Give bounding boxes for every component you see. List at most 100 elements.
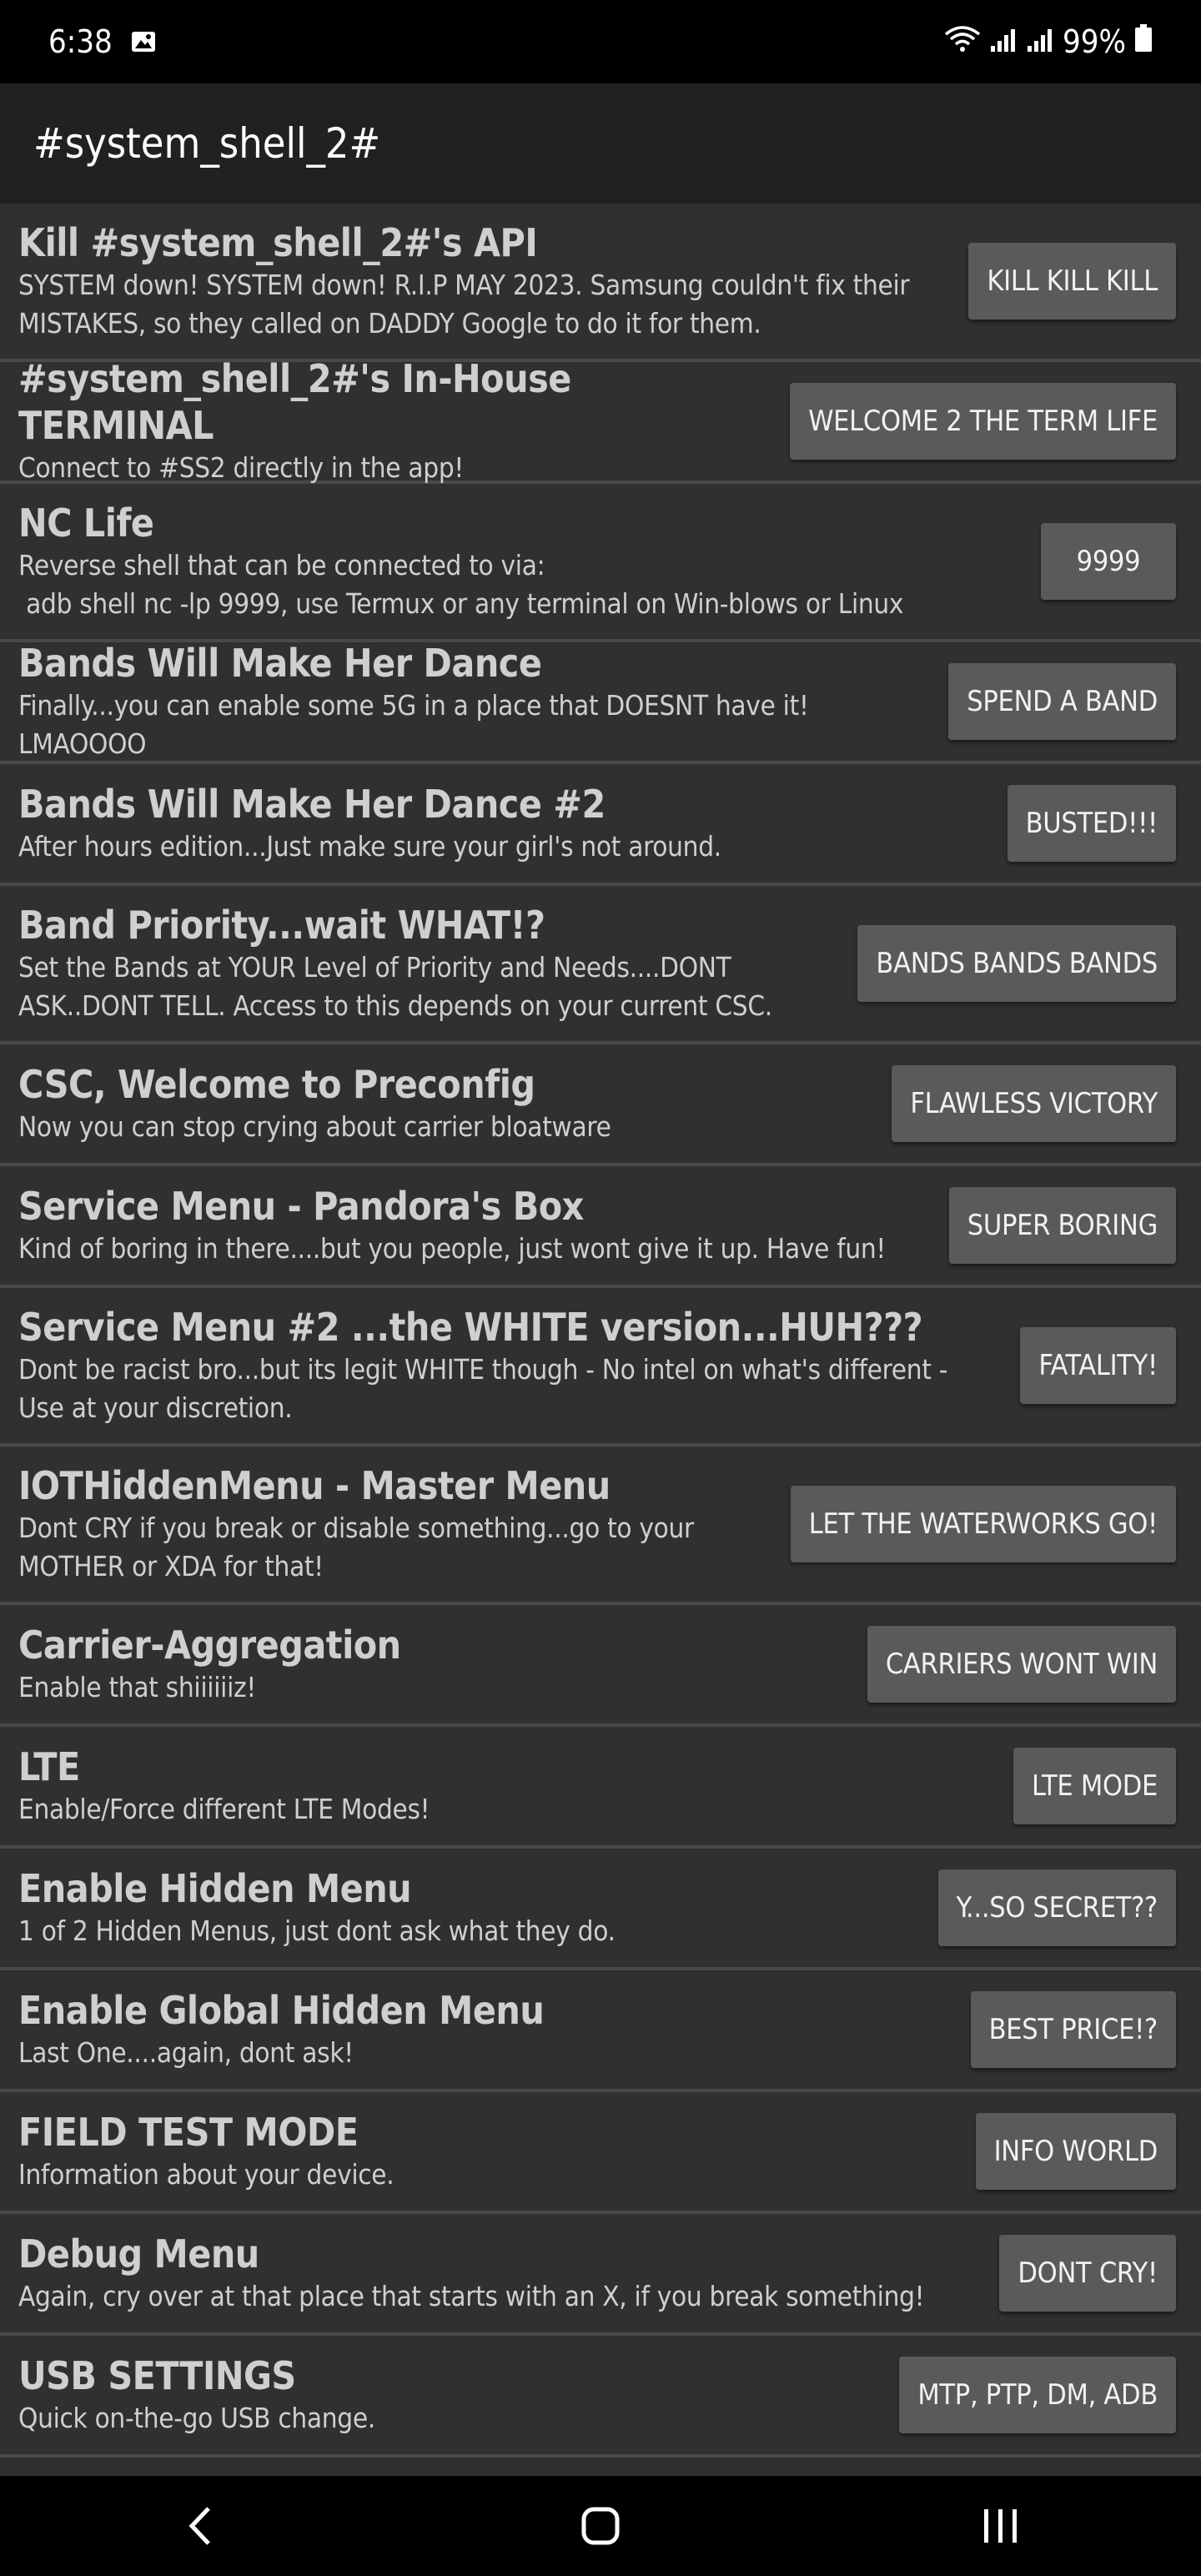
list-item-description: Connect to #SS2 directly in the app! (18, 451, 464, 484)
list-item: Service Menu - Pandora's Box Kind of bori… (0, 1166, 1201, 1288)
list-item: Bands Will Make Her Dance Finally...you c… (0, 640, 1201, 764)
action-button[interactable]: FATALITY! (1020, 1327, 1176, 1404)
action-button[interactable]: BANDS BANDS BANDS (857, 925, 1176, 1002)
list-item-text: Service Menu - Pandora's Box Kind of bori… (18, 1183, 949, 1268)
list-item-description: Reverse shell that can be connected to v… (18, 549, 904, 620)
battery-icon (1134, 23, 1153, 60)
list-item-title: Enable Hidden Menu (18, 1866, 412, 1911)
list-item-title: Bands Will Make Her Dance (18, 641, 542, 686)
list-item-description: Dont be racist bro...but its legit WHITE… (18, 1353, 956, 1424)
wifi-icon (944, 23, 981, 60)
action-button[interactable]: SUPER BORING (948, 1187, 1176, 1264)
list-item-text: Service Menu #2 ...the WHITE version...H… (18, 1304, 1020, 1427)
signal-icon (1026, 23, 1054, 60)
action-button[interactable]: BEST PRICE!? (970, 1991, 1176, 2068)
app-title: #system_shell_2# (33, 119, 381, 168)
list-item: NC Life Reverse shell that can be connect… (0, 484, 1201, 642)
list-item-text: CSC, Welcome to Preconfig Now you can sto… (18, 1061, 892, 1146)
list-item-title: Band Priority...wait WHAT!? (18, 903, 545, 948)
list-item-description: Again, cry over at that place that start… (18, 2280, 925, 2312)
list-item: FIELD TEST MODE Information about your de… (0, 2092, 1201, 2214)
list-item-text: Bands Will Make Her Dance #2 After hours … (18, 781, 1008, 866)
list-item-title: CSC, Welcome to Preconfig (18, 1062, 535, 1107)
list-item-description: Last One....again, dont ask! (18, 2036, 354, 2069)
app-bar: #system_shell_2# (0, 83, 1201, 204)
list-item-text: LTE Enable/Force different LTE Modes! (18, 1743, 1013, 1829)
list-item-title: Carrier-Aggregation (18, 1623, 401, 1668)
action-button[interactable]: WELCOME 2 THE TERM LIFE (790, 383, 1176, 460)
action-button[interactable]: DONT CRY! (999, 2235, 1176, 2312)
action-button[interactable]: SPEND A BAND (948, 663, 1176, 740)
list-item-title: IOTHiddenMenu - Master Menu (18, 1463, 611, 1508)
list-item-description: After hours edition...Just make sure you… (18, 830, 721, 863)
list-item-description: Enable that shiiiiiiz! (18, 1671, 256, 1703)
list-item: LTE Enable/Force different LTE Modes! LTE … (0, 1727, 1201, 1849)
list-item: Enable Global Hidden Menu Last One....aga… (0, 1970, 1201, 2092)
status-time: 6:38 (48, 23, 113, 60)
action-button[interactable]: 9999 (1041, 523, 1176, 600)
image-icon (131, 23, 156, 60)
action-button[interactable]: CARRIERS WONT WIN (867, 1626, 1176, 1703)
list-item-description: Set the Bands at YOUR Level of Priority … (18, 951, 772, 1022)
list-item-description: Information about your device. (18, 2158, 394, 2191)
list-item-text: #system_shell_2#'s In-House TERMINAL Conn… (18, 355, 790, 487)
signal-icon (989, 23, 1018, 60)
list-item-title: Debug Menu (18, 2231, 259, 2277)
list-item-text: Enable Global Hidden Menu Last One....aga… (18, 1987, 971, 2072)
list-item-description: Kind of boring in there....but you peopl… (18, 1232, 886, 1265)
list-item-text: Kill #system_shell_2#'s API SYSTEM down! … (18, 219, 968, 343)
list-item-text: FIELD TEST MODE Information about your de… (18, 2109, 976, 2194)
list-item: Kill #system_shell_2#'s API SYSTEM down! … (0, 204, 1201, 362)
list-item-description: Now you can stop crying about carrier bl… (18, 1110, 611, 1143)
home-icon[interactable] (550, 2484, 651, 2568)
navigation-bar (0, 2476, 1201, 2576)
list-item-title: FIELD TEST MODE (18, 2110, 359, 2155)
battery-percent: 99% (1063, 23, 1126, 60)
list-item-title: LTE (18, 1744, 80, 1789)
list-item-text: Enable Hidden Menu 1 of 2 Hidden Menus, j… (18, 1865, 938, 1950)
list-item-title: Kill #system_shell_2#'s API (18, 220, 538, 265)
list-item-text: USB SETTINGS Quick on-the-go USB change. (18, 2352, 899, 2438)
list-item-description: Enable/Force different LTE Modes! (18, 1793, 430, 1825)
list-item-text: Debug Menu Again, cry over at that place … (18, 2231, 999, 2316)
list-item-text: Carrier-Aggregation Enable that shiiiiiiz… (18, 1622, 867, 1707)
list-item-description: 1 of 2 Hidden Menus, just dont ask what … (18, 1914, 616, 1947)
list-item-text: IOTHiddenMenu - Master Menu Dont CRY if y… (18, 1462, 791, 1586)
list-item: Service Menu #2 ...the WHITE version...H… (0, 1288, 1201, 1446)
list-item: Enable Hidden Menu 1 of 2 Hidden Menus, j… (0, 1849, 1201, 1970)
list-item-description: SYSTEM down! SYSTEM down! R.I.P MAY 2023… (18, 269, 917, 340)
list-item: CSC, Welcome to Preconfig Now you can sto… (0, 1044, 1201, 1166)
list-item-title: #system_shell_2#'s In-House TERMINAL (18, 356, 571, 448)
action-button[interactable]: KILL KILL KILL (968, 243, 1176, 319)
action-button[interactable]: INFO WORLD (975, 2113, 1176, 2190)
list-item-title: Bands Will Make Her Dance #2 (18, 782, 606, 827)
list-item-description: Finally...you can enable some 5G in a pl… (18, 689, 817, 760)
list-item: #system_shell_2#'s In-House TERMINAL Conn… (0, 356, 1201, 484)
list-item-title: USB SETTINGS (18, 2353, 296, 2398)
list-item-title: Enable Global Hidden Menu (18, 1988, 545, 2033)
list-item-title: Service Menu #2 ...the WHITE version...H… (18, 1305, 923, 1350)
action-button[interactable]: BUSTED!!! (1007, 785, 1176, 862)
action-button[interactable]: FLAWLESS VICTORY (892, 1065, 1176, 1142)
list-item-title: NC Life (18, 501, 154, 546)
list-item-text: Band Priority...wait WHAT!? Set the Bands… (18, 902, 857, 1025)
action-button[interactable]: Y...SO SECRET?? (937, 1869, 1176, 1946)
list-item-description: Dont CRY if you break or disable somethi… (18, 1512, 702, 1582)
menu-list: Kill #system_shell_2#'s API SYSTEM down! … (0, 204, 1201, 2458)
list-item-text: NC Life Reverse shell that can be connect… (18, 500, 1041, 623)
list-item-text: Bands Will Make Her Dance Finally...you c… (18, 640, 948, 763)
status-bar: 6:38 99% (0, 0, 1201, 83)
action-button[interactable]: MTP, PTP, DM, ADB (899, 2357, 1176, 2433)
recents-icon[interactable] (951, 2484, 1051, 2568)
list-item: USB SETTINGS Quick on-the-go USB change. M… (0, 2336, 1201, 2458)
list-item: IOTHiddenMenu - Master Menu Dont CRY if y… (0, 1446, 1201, 1605)
list-item: Carrier-Aggregation Enable that shiiiiiiz… (0, 1605, 1201, 1727)
list-item: Debug Menu Again, cry over at that place … (0, 2214, 1201, 2336)
list-item: Bands Will Make Her Dance #2 After hours … (0, 764, 1201, 886)
action-button[interactable]: LET THE WATERWORKS GO! (790, 1486, 1176, 1562)
back-icon[interactable] (150, 2484, 250, 2568)
action-button[interactable]: LTE MODE (1013, 1748, 1176, 1824)
list-item-description: Quick on-the-go USB change. (18, 2402, 375, 2434)
list-item-title: Service Menu - Pandora's Box (18, 1184, 584, 1229)
list-item: Band Priority...wait WHAT!? Set the Bands… (0, 886, 1201, 1044)
